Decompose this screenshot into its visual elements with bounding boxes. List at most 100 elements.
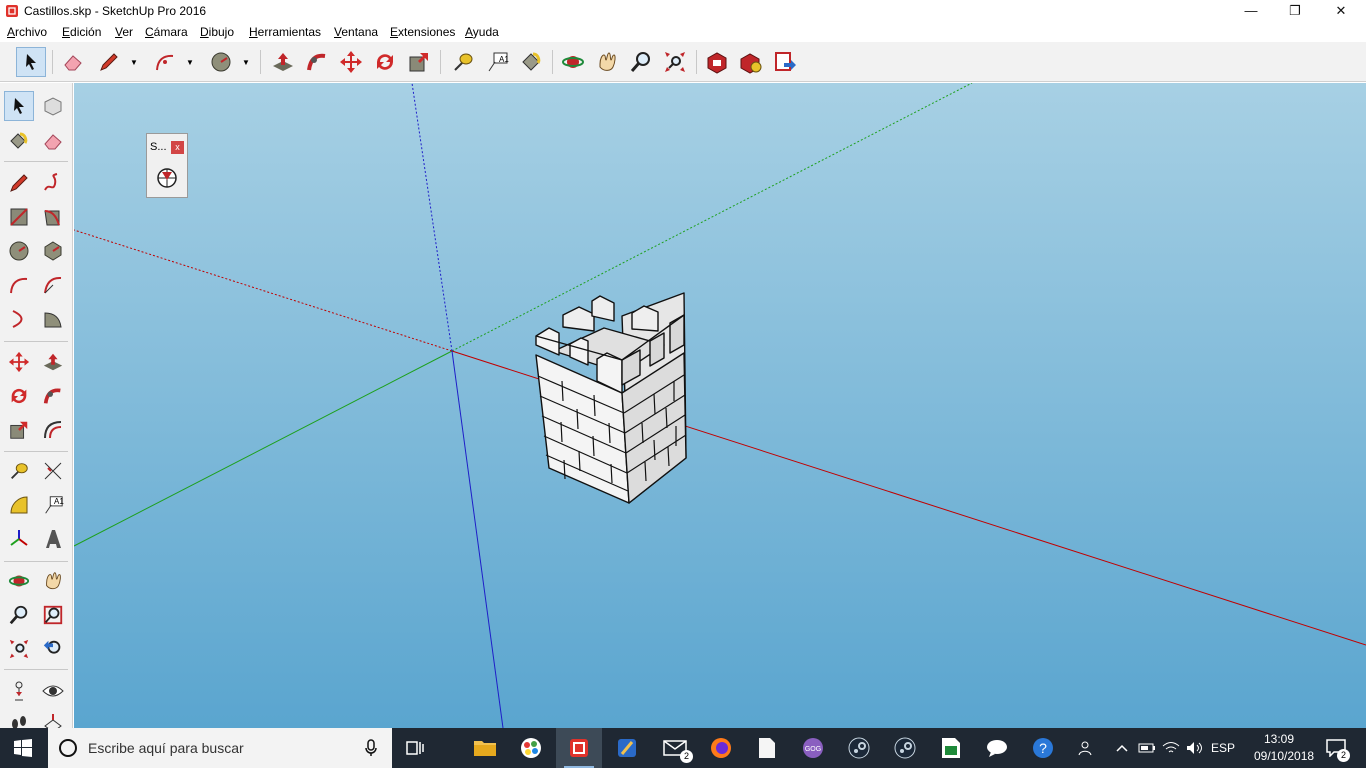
clock-date[interactable]: 09/10/2018: [1254, 749, 1314, 763]
taskbar-search-box[interactable]: Escribe aquí para buscar: [48, 728, 392, 768]
line-tool-button[interactable]: [4, 168, 34, 198]
wifi-tray-button[interactable]: [1160, 728, 1182, 768]
freehand-tool-button[interactable]: [38, 168, 68, 198]
axes-tool-button[interactable]: [4, 524, 34, 554]
pan-tool-button[interactable]: [38, 566, 68, 596]
move-tool-button[interactable]: [336, 47, 366, 77]
offset-tool-button[interactable]: [38, 415, 68, 445]
pan-tool-button[interactable]: [592, 47, 622, 77]
tape-measure-tool-button[interactable]: [4, 456, 34, 486]
menu-edicion[interactable]: Edición: [62, 25, 101, 39]
orbit-tool-button[interactable]: [4, 566, 34, 596]
people-tray-button[interactable]: [1074, 728, 1100, 768]
warehouse-panel-button[interactable]: [155, 166, 179, 190]
select-tool-button[interactable]: [4, 91, 34, 121]
file-explorer-taskbar-button[interactable]: [462, 728, 508, 768]
zoom-extents-tool-button[interactable]: [4, 634, 34, 664]
circle-dropdown-arrow[interactable]: ▼: [240, 52, 252, 72]
text-tool-button[interactable]: A1: [482, 47, 512, 77]
zoom-extents-tool-button[interactable]: [660, 47, 690, 77]
extension-warehouse-button[interactable]: [736, 47, 766, 77]
two-point-arc-tool-button[interactable]: [38, 270, 68, 300]
zoom-tool-button[interactable]: [4, 600, 34, 630]
3d-warehouse-button[interactable]: [702, 47, 732, 77]
section-plane-tool-button[interactable]: [38, 708, 68, 728]
task-view-button[interactable]: [392, 728, 438, 768]
menu-extensiones[interactable]: Extensiones: [390, 25, 455, 39]
minimize-button[interactable]: —: [1228, 0, 1274, 22]
start-button[interactable]: [0, 728, 46, 768]
make-component-button[interactable]: [38, 91, 68, 121]
push-pull-tool-button[interactable]: [38, 347, 68, 377]
follow-me-tool-button[interactable]: [302, 47, 332, 77]
pie-tool-button[interactable]: [38, 304, 68, 334]
zoom-window-tool-button[interactable]: [38, 600, 68, 630]
three-point-arc-tool-button[interactable]: [4, 304, 34, 334]
position-camera-tool-button[interactable]: [4, 676, 34, 706]
menu-ventana[interactable]: Ventana: [334, 25, 378, 39]
select-tool-button[interactable]: [16, 47, 46, 77]
steam-taskbar-button[interactable]: [836, 728, 882, 768]
dimension-tool-button[interactable]: [38, 456, 68, 486]
menu-herramientas[interactable]: Herramientas: [249, 25, 321, 39]
previous-view-button[interactable]: [38, 634, 68, 664]
paint-bucket-tool-button[interactable]: [516, 47, 546, 77]
clock-time[interactable]: 13:09: [1254, 732, 1304, 746]
polygon-tool-button[interactable]: [38, 236, 68, 266]
menu-archivo[interactable]: Archivo: [7, 25, 47, 39]
volume-tray-button[interactable]: [1184, 728, 1206, 768]
mail-taskbar-button[interactable]: 2: [652, 728, 698, 768]
paint-bucket-tool-button[interactable]: [4, 126, 34, 156]
rectangle-tool-button[interactable]: [4, 202, 34, 232]
firefox-taskbar-button[interactable]: [698, 728, 744, 768]
show-hidden-icons-button[interactable]: [1112, 728, 1132, 768]
battery-tray-button[interactable]: [1136, 728, 1158, 768]
help-taskbar-button[interactable]: ?: [1020, 728, 1066, 768]
action-center-button[interactable]: 2: [1318, 728, 1354, 768]
move-tool-button[interactable]: [4, 347, 34, 377]
menu-camara[interactable]: Cámara: [145, 25, 188, 39]
document-taskbar-button[interactable]: [744, 728, 790, 768]
chat-taskbar-button[interactable]: [974, 728, 1020, 768]
rotated-rectangle-tool-button[interactable]: [38, 202, 68, 232]
search-placeholder: Escribe aquí para buscar: [88, 740, 244, 756]
circle-tool-button[interactable]: [4, 236, 34, 266]
circle-tool-button[interactable]: [206, 47, 236, 77]
panel-close-button[interactable]: x: [171, 141, 184, 154]
pencil-tool-button[interactable]: [94, 47, 124, 77]
eraser-tool-button[interactable]: [38, 126, 68, 156]
arc-dropdown-arrow[interactable]: ▼: [184, 52, 196, 72]
pencil-dropdown-arrow[interactable]: ▼: [128, 52, 140, 72]
send-to-layout-button[interactable]: [770, 47, 800, 77]
walk-tool-button[interactable]: [4, 708, 34, 728]
arc-tool-button[interactable]: [4, 270, 34, 300]
look-around-tool-button[interactable]: [38, 676, 68, 706]
maximize-button[interactable]: ❐: [1272, 0, 1318, 22]
menu-dibujo[interactable]: Dibujo: [200, 25, 234, 39]
steam-taskbar-button-2[interactable]: [882, 728, 928, 768]
arc-tool-button[interactable]: [150, 47, 180, 77]
drawing-area[interactable]: [74, 83, 1366, 728]
orbit-tool-button[interactable]: [558, 47, 588, 77]
tape-measure-tool-button[interactable]: [448, 47, 478, 77]
scale-tool-button[interactable]: [4, 415, 34, 445]
close-button[interactable]: ✕: [1318, 0, 1364, 22]
menu-ver[interactable]: Ver: [115, 25, 133, 39]
rotate-tool-button[interactable]: [4, 381, 34, 411]
protractor-tool-button[interactable]: [4, 490, 34, 520]
text-tool-button[interactable]: A1: [38, 490, 68, 520]
zoom-tool-button[interactable]: [626, 47, 656, 77]
spreadsheet-taskbar-button[interactable]: [928, 728, 974, 768]
sketchup-taskbar-button[interactable]: [556, 728, 602, 768]
language-indicator[interactable]: ESP: [1208, 728, 1238, 768]
3d-text-tool-button[interactable]: [38, 524, 68, 554]
menu-ayuda[interactable]: Ayuda: [465, 25, 499, 39]
gog-galaxy-taskbar-button[interactable]: GOG: [790, 728, 836, 768]
paint-taskbar-button[interactable]: [508, 728, 554, 768]
follow-me-tool-button[interactable]: [38, 381, 68, 411]
rotate-tool-button[interactable]: [370, 47, 400, 77]
app-taskbar-button-1[interactable]: [604, 728, 650, 768]
scale-tool-button[interactable]: [404, 47, 434, 77]
push-pull-tool-button[interactable]: [268, 47, 298, 77]
eraser-tool-button[interactable]: [58, 47, 88, 77]
